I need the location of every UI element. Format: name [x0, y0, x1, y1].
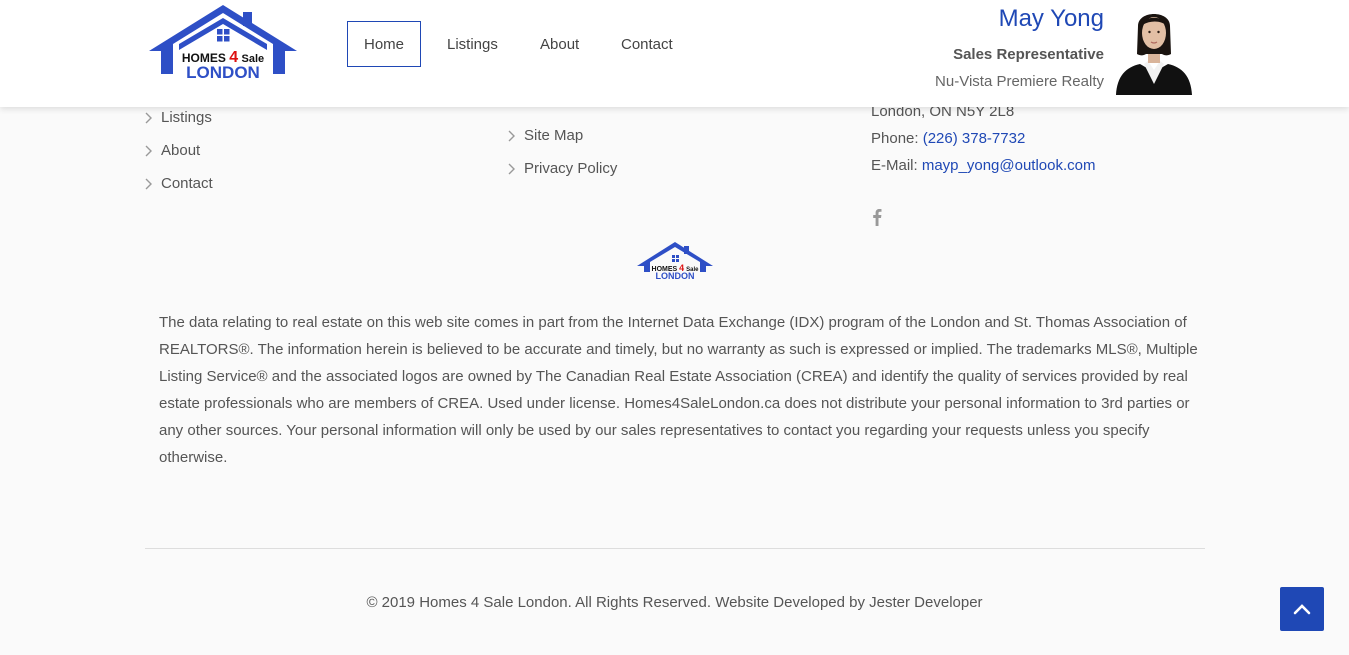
- idx-disclaimer: The data relating to real estate on this…: [159, 314, 1198, 466]
- nav-home[interactable]: Home: [347, 21, 421, 67]
- chevron-right-icon: [145, 178, 152, 189]
- logo-london: LONDON: [186, 63, 260, 82]
- chevron-right-icon: [508, 130, 515, 141]
- phone-link[interactable]: (226) 378-7732: [923, 130, 1026, 147]
- footer-link-site-map[interactable]: Site Map: [508, 127, 583, 144]
- agent-photo: [1114, 4, 1194, 95]
- facebook-icon[interactable]: [870, 208, 884, 226]
- agent-name: May Yong: [998, 5, 1104, 32]
- footer-link-label: About: [161, 142, 201, 159]
- footer-link-label: Privacy Policy: [524, 160, 618, 177]
- footer-link-privacy-policy[interactable]: Privacy Policy: [508, 160, 617, 177]
- back-to-top-button[interactable]: [1280, 587, 1324, 631]
- footer-link-label: Contact: [161, 175, 213, 192]
- footer-link-listings[interactable]: Listings: [145, 109, 212, 126]
- nav-about[interactable]: About: [540, 21, 579, 67]
- copyright-text: © 2019 Homes 4 Sale London. All Rights R…: [366, 594, 983, 611]
- site-header: HOMES 4 Sale LONDON Home Listings About …: [0, 0, 1349, 107]
- footer-divider: [145, 548, 1205, 549]
- small-logo-image: HOMES 4 Sale LONDON: [637, 242, 713, 281]
- email-link[interactable]: mayp_yong@outlook.com: [922, 157, 1096, 174]
- nav-contact[interactable]: Contact: [621, 21, 673, 67]
- phone-label: Phone:: [871, 130, 923, 147]
- nav-listings[interactable]: Listings: [447, 21, 498, 67]
- chevron-right-icon: [145, 112, 152, 123]
- chevron-right-icon: [508, 163, 515, 174]
- footer-link-label: Site Map: [524, 127, 584, 144]
- footer-link-label: Listings: [161, 109, 212, 126]
- agent-company: Nu-Vista Premiere Realty: [935, 73, 1104, 90]
- contact-email-row: E-Mail: mayp_yong@outlook.com: [871, 157, 1096, 174]
- contact-phone-row: Phone: (226) 378-7732: [871, 130, 1025, 147]
- chevron-right-icon: [145, 145, 152, 156]
- footer-link-contact[interactable]: Contact: [145, 175, 213, 192]
- email-label: E-Mail:: [871, 157, 922, 174]
- chevron-up-icon: [1293, 604, 1311, 615]
- site-logo[interactable]: HOMES 4 Sale LONDON: [147, 4, 299, 82]
- footer-link-about[interactable]: About: [145, 142, 200, 159]
- small-logo-london: LONDON: [656, 271, 695, 281]
- agent-title: Sales Representative: [953, 46, 1104, 63]
